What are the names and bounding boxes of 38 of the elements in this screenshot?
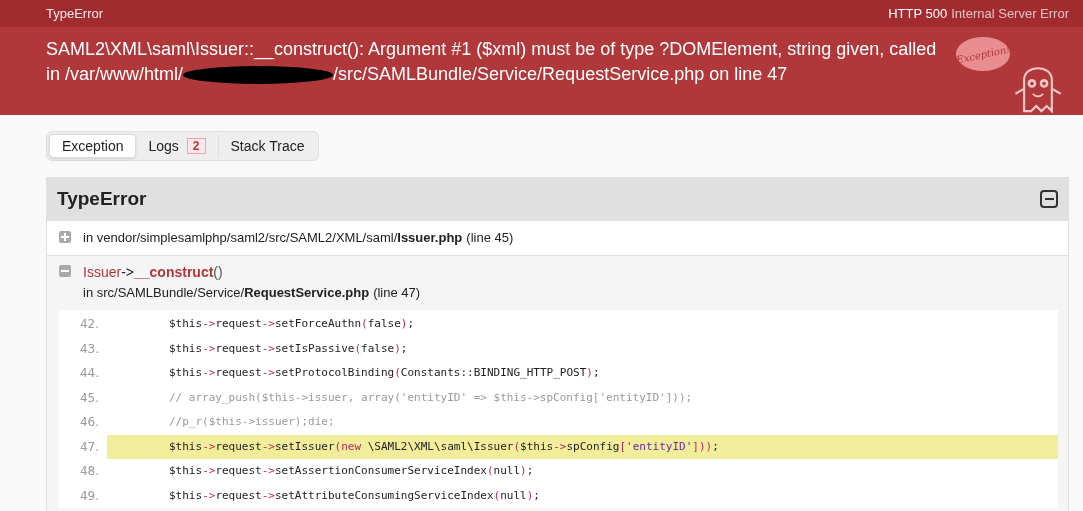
arrow-operator: -> [121, 262, 134, 282]
code-line: //p_r($this->issuer);die; [168, 414, 336, 430]
tab[interactable]: Stack Trace [217, 134, 317, 158]
line-number: 49. [78, 487, 100, 505]
function-name: __construct [133, 262, 214, 282]
parentheses: () [213, 262, 223, 282]
code-line: $this->request->setForceAuthn(false); [168, 316, 416, 332]
tab[interactable]: Logs 2 [136, 134, 218, 158]
error-message: /src/SAMLBundle/Service/RequestService.php on line 47 [333, 63, 788, 86]
code-line: $this->request->setAssertionConsumerServiceIndex(null); [168, 463, 535, 479]
count-badge: 2 [186, 138, 206, 154]
line-number: 42. [78, 316, 100, 334]
collapse-icon[interactable] [59, 264, 71, 277]
file-path: in src/SAMLBundle/Service/RequestService.php [83, 283, 370, 302]
class-name: Issuer [83, 262, 122, 282]
speech-bubble: Exception! [956, 37, 1010, 71]
tab[interactable]: Exception [49, 134, 137, 158]
error-message: SAML2\XML\saml\Issuer::__construct(): Argument #1 ($xml) must be of type ?DOMElement, string given, called [46, 38, 937, 62]
line-number: 47. [78, 438, 100, 456]
error-message: in /var/www/html/ [46, 63, 184, 86]
code-line: $this->request->setProtocolBinding(Constants::BINDING_HTTP_POST); [168, 365, 601, 381]
code-line: $this->request->setIsPassive(false); [168, 340, 409, 357]
exception-title: TypeError [57, 186, 147, 211]
code-line: // array_push($this->issuer, array('entityID' => $this->spConfig['entityID'])); [168, 389, 694, 406]
line-number: 44. [78, 365, 100, 383]
status-text: Internal Server Error [951, 4, 1069, 23]
code-line: $this->request->setAttributeConsumingServiceIndex(null); [168, 487, 541, 504]
file-path: in vendor/simplesamlphp/saml2/src/SAML2/XML/saml/Issuer.php [83, 229, 463, 247]
status-code: HTTP 500 [888, 4, 948, 23]
line-number: 43. [78, 340, 100, 358]
line-number: 46. [78, 414, 100, 432]
line-reference: (line 47) [373, 283, 421, 302]
error-class: TypeError [46, 4, 104, 23]
line-number: 48. [78, 463, 100, 481]
collapse-toggle-icon[interactable] [1040, 190, 1058, 208]
line-number: 45. [78, 389, 100, 407]
line-reference: (line 45) [466, 229, 514, 247]
expand-icon[interactable] [59, 231, 71, 243]
